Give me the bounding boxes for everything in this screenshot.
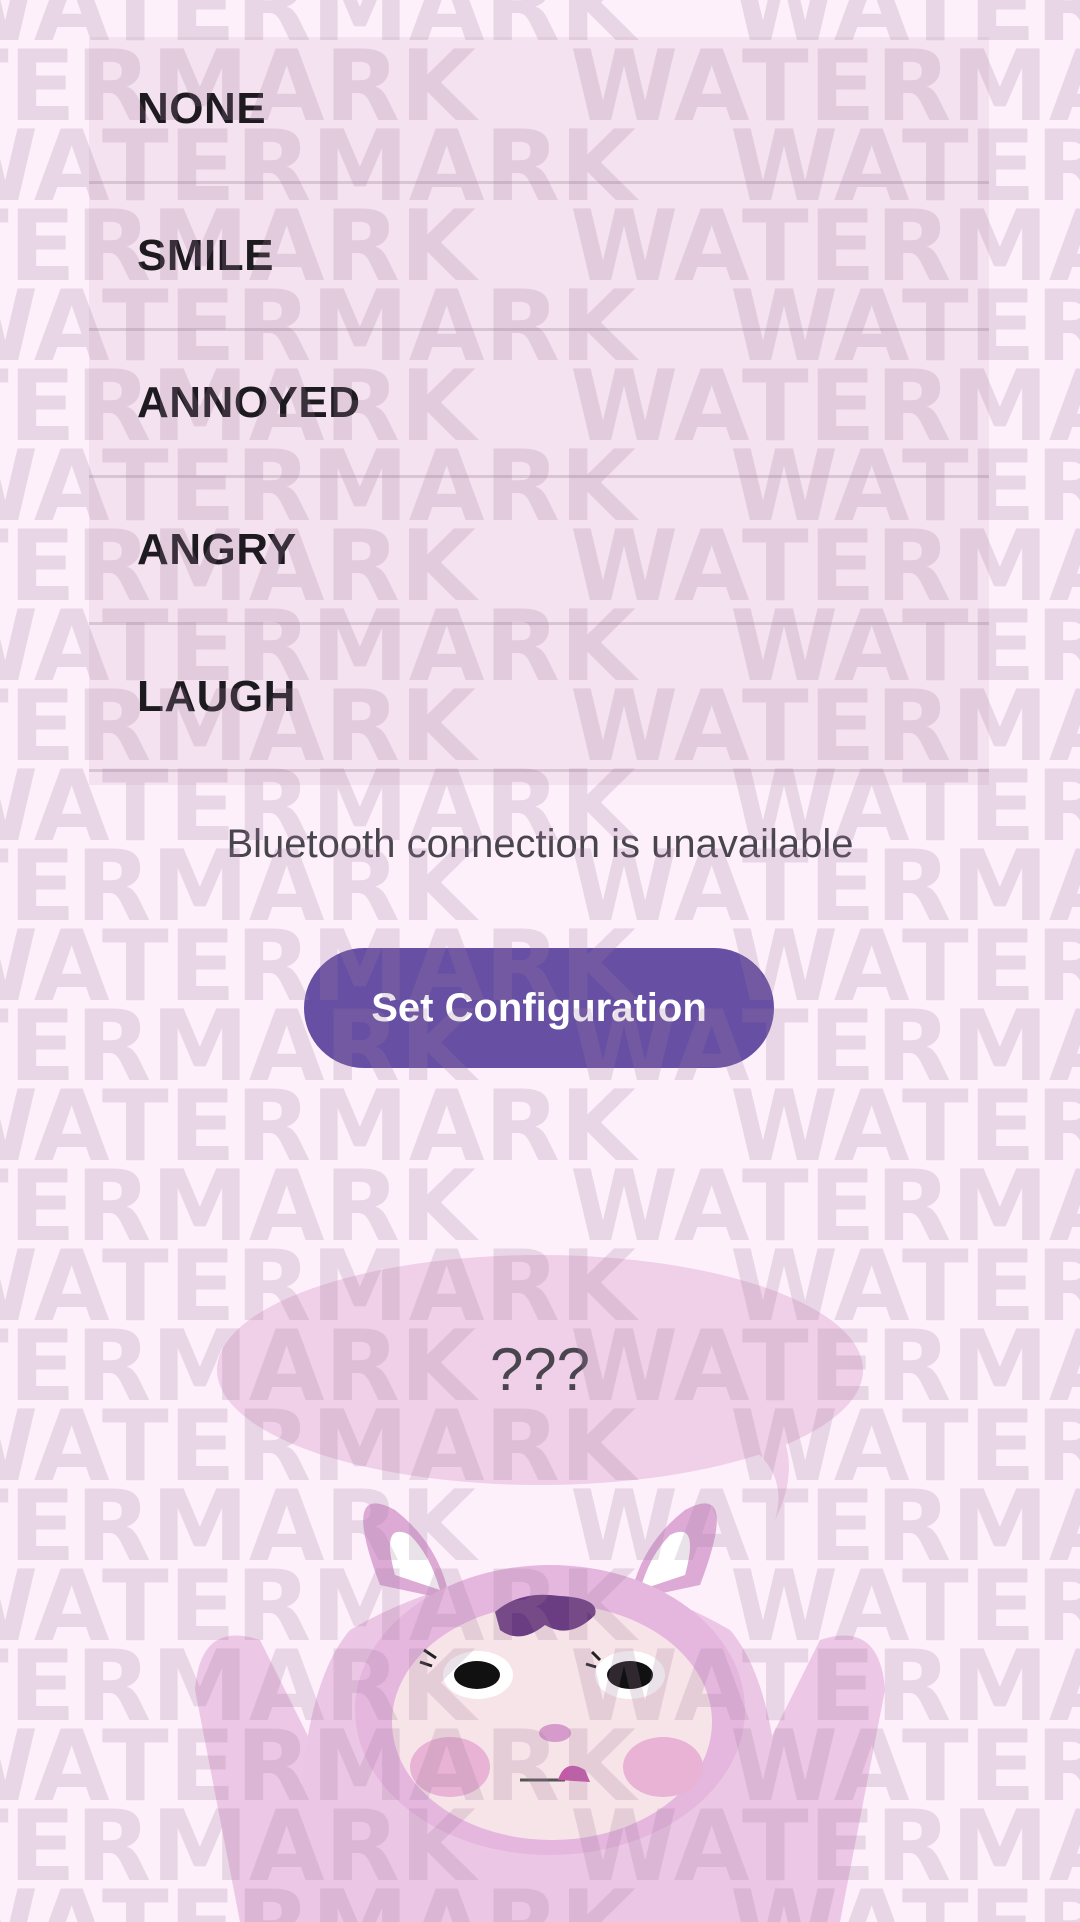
emotion-label: LAUGH	[137, 672, 296, 721]
emotion-item-angry[interactable]: ANGRY	[89, 478, 989, 625]
emotion-label: NONE	[137, 84, 267, 133]
bluetooth-status-text: Bluetooth connection is unavailable	[226, 822, 854, 866]
set-configuration-button[interactable]: Set Configuration	[304, 948, 774, 1068]
emotion-list: NONE SMILE ANNOYED ANGRY LAUGH	[89, 37, 989, 785]
emotion-item-none[interactable]: NONE	[89, 37, 989, 184]
emotion-item-laugh[interactable]: LAUGH	[89, 625, 989, 772]
emotion-label: ANGRY	[137, 525, 297, 574]
mascot-body	[195, 1503, 885, 1922]
speech-bubble-text: ???	[489, 1336, 591, 1403]
emotion-label: ANNOYED	[137, 378, 361, 427]
emotion-item-smile[interactable]: SMILE	[89, 184, 989, 331]
emotion-item-annoyed[interactable]: ANNOYED	[89, 331, 989, 478]
emotion-label: SMILE	[137, 231, 274, 280]
